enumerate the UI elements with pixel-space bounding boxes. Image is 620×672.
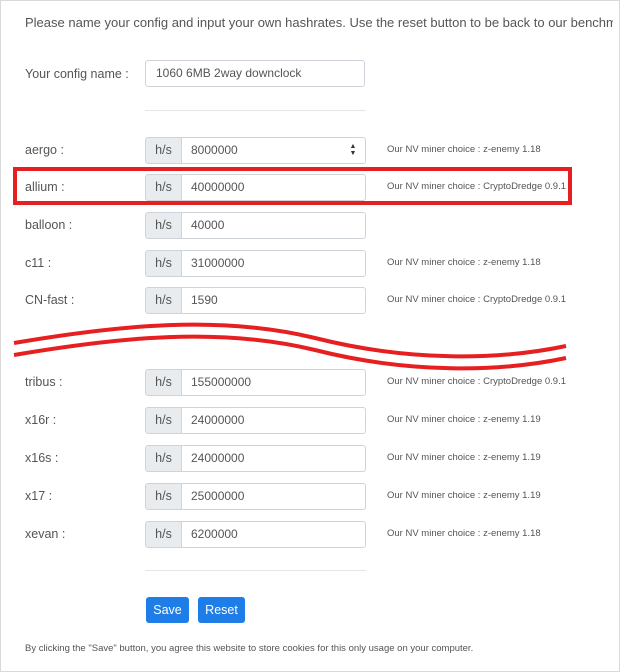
hashrate-input[interactable]: 25000000 xyxy=(181,483,366,510)
algo-row-x17: x17 : h/s 25000000 Our NV miner choice :… xyxy=(0,483,620,510)
unit-addon: h/s xyxy=(145,369,182,396)
hashrate-input[interactable]: 40000 xyxy=(181,212,366,239)
algo-row-c11: c11 : h/s 31000000 Our NV miner choice :… xyxy=(0,250,620,277)
unit-addon: h/s xyxy=(145,407,182,434)
unit-addon: h/s xyxy=(145,483,182,510)
reset-button[interactable]: Reset xyxy=(198,597,245,623)
hashrate-input[interactable]: 31000000 xyxy=(181,250,366,277)
intro-text: Please name your config and input your o… xyxy=(25,15,613,30)
algo-label: CN-fast : xyxy=(25,293,75,307)
algo-row-tribus: tribus : h/s 155000000 Our NV miner choi… xyxy=(0,369,620,396)
spinner-icon[interactable]: ▲ ▼ xyxy=(349,143,357,157)
hashrate-input[interactable]: 6200000 xyxy=(181,521,366,548)
algo-label: x16r : xyxy=(25,413,57,427)
config-name-input[interactable]: 1060 6MB 2way downclock xyxy=(145,60,365,87)
save-button[interactable]: Save xyxy=(146,597,189,623)
miner-choice: Our NV miner choice : z-enemy 1.19 xyxy=(387,414,541,425)
miner-choice: Our NV miner choice : z-enemy 1.19 xyxy=(387,452,541,463)
algo-row-x16r: x16r : h/s 24000000 Our NV miner choice … xyxy=(0,407,620,434)
unit-addon: h/s xyxy=(145,521,182,548)
miner-choice: Our NV miner choice : CryptoDredge 0.9.1 xyxy=(387,376,566,387)
cropped-row-clip: tribus : h/s 155000000 Our NV miner choi… xyxy=(0,368,620,398)
miner-choice: Our NV miner choice : CryptoDredge 0.9.1 xyxy=(387,294,566,305)
algo-label: tribus : xyxy=(25,375,63,389)
hashrate-input[interactable]: 24000000 xyxy=(181,407,366,434)
unit-addon: h/s xyxy=(145,212,182,239)
algo-label: xevan : xyxy=(25,527,66,541)
hashrate-input[interactable]: 8000000 ▲ ▼ xyxy=(181,137,366,164)
cookie-notice: By clicking the "Save" button, you agree… xyxy=(25,643,474,654)
highlight-box xyxy=(13,167,572,205)
miner-choice: Our NV miner choice : z-enemy 1.18 xyxy=(387,144,541,155)
algo-label: x16s : xyxy=(25,451,59,465)
unit-addon: h/s xyxy=(145,250,182,277)
algo-row-xevan: xevan : h/s 6200000 Our NV miner choice … xyxy=(0,521,620,548)
miner-choice: Our NV miner choice : z-enemy 1.18 xyxy=(387,528,541,539)
algo-label: x17 : xyxy=(25,489,53,503)
unit-addon: h/s xyxy=(145,137,182,164)
miner-choice: Our NV miner choice : z-enemy 1.18 xyxy=(387,257,541,268)
algo-row-aergo: aergo : h/s 8000000 ▲ ▼ Our NV miner choi… xyxy=(0,137,620,164)
hashrate-value: 8000000 xyxy=(191,143,238,157)
hashrate-input[interactable]: 24000000 xyxy=(181,445,366,472)
algo-row-balloon: balloon : h/s 40000 xyxy=(0,212,620,239)
hashrate-input[interactable]: 155000000 xyxy=(181,369,366,396)
algo-row-x16s: x16s : h/s 24000000 Our NV miner choice … xyxy=(0,445,620,472)
divider-top xyxy=(145,110,366,111)
divider-bottom xyxy=(145,570,366,571)
algo-label: aergo : xyxy=(25,143,64,157)
algo-label: balloon : xyxy=(25,218,73,232)
unit-addon: h/s xyxy=(145,445,182,472)
miner-choice: Our NV miner choice : z-enemy 1.19 xyxy=(387,490,541,501)
config-name-label: Your config name : xyxy=(25,67,129,81)
algo-label: c11 : xyxy=(25,256,52,270)
